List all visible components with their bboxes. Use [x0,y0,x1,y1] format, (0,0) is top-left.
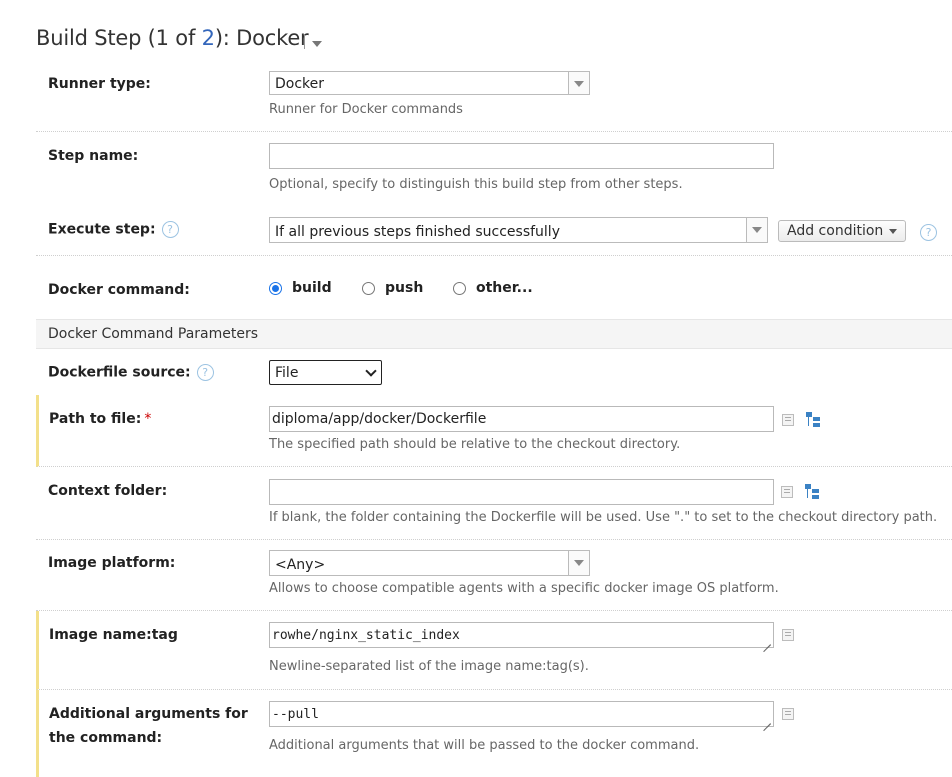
dockerfile-source-value: File [275,365,299,381]
image-name-tag-value: rowhe/nginx_static_index [272,628,460,643]
tree-icon[interactable] [805,412,821,428]
step-name-note: Optional, specify to distinguish this bu… [269,177,683,192]
path-to-file-label: Path to file: * [49,411,151,427]
required-mark: * [144,411,152,427]
tree-node [813,417,820,421]
list-icon[interactable] [782,708,794,720]
execute-step-label: Execute step:? [48,221,179,238]
dockerfile-source-select[interactable]: File [269,360,382,385]
tree-node [806,412,812,417]
tree-icon[interactable] [804,484,820,500]
tree-node [812,495,819,499]
image-platform-value: <Any> [275,557,326,573]
dropdown-arrow-icon[interactable] [746,218,767,242]
radio-selected-icon [269,282,282,295]
radio-unselected-icon [453,282,466,295]
image-name-tag-label: Image name:tag [49,627,178,643]
docker-command-row: Docker command: build push other... [36,255,952,319]
image-name-tag-textarea[interactable]: rowhe/nginx_static_index [269,622,774,648]
radio-build-label: build [292,280,332,296]
additional-args-value: --pull [272,707,319,722]
tree-node [805,484,811,489]
title-suffix: ): Docker [214,26,309,50]
runner-type-select[interactable]: Docker [269,71,590,95]
add-condition-label: Add condition [787,223,884,239]
context-folder-input[interactable] [269,479,774,505]
path-to-file-row: Path to file: * diploma/app/docker/Docker… [36,395,952,467]
divider [304,35,305,49]
image-platform-row: Image platform: <Any> Allows to choose c… [36,540,952,611]
image-name-tag-row: Image name:tag rowhe/nginx_static_index … [36,611,952,690]
chevron-down-icon [889,228,898,234]
runner-type-row: Runner type: Docker Runner for Docker co… [36,64,952,132]
dockerfile-source-label-text: Dockerfile source: [48,364,191,381]
section-title: Docker Command Parameters [48,326,259,342]
radio-unselected-icon [362,282,375,295]
context-folder-label: Context folder: [48,483,168,499]
chevron-down-icon [365,365,377,377]
tree-line [807,489,808,498]
radio-push-label: push [385,280,424,296]
resize-grip-icon[interactable] [763,637,771,645]
execute-step-label-text: Execute step: [48,221,156,238]
path-to-file-label-text: Path to file: [49,411,142,427]
additional-args-note: Additional arguments that will be passed… [269,738,700,753]
dropdown-arrow-icon[interactable] [568,551,589,575]
step-name-input[interactable] [269,143,774,169]
radio-other-label: other... [476,280,533,296]
title-menu-dropdown[interactable] [304,35,326,51]
list-icon[interactable] [781,486,793,498]
context-folder-row: Context folder: If blank, the folder con… [36,467,952,540]
execute-step-select[interactable]: If all previous steps finished successfu… [269,217,768,243]
tree-node [812,489,819,493]
tree-node [813,423,820,427]
image-name-tag-note: Newline-separated list of the image name… [269,659,589,674]
title-prefix: Build Step (1 of [36,26,202,50]
docker-command-radio-group: build push other... [269,280,669,300]
help-icon[interactable]: ? [196,364,214,381]
dockerfile-source-label: Dockerfile source:? [48,364,214,381]
path-to-file-input[interactable]: diploma/app/docker/Dockerfile [269,406,774,432]
context-folder-note: If blank, the folder containing the Dock… [269,510,938,525]
runner-type-value: Docker [275,76,325,92]
runner-type-label: Runner type: [48,76,151,92]
path-to-file-value: diploma/app/docker/Dockerfile [272,411,487,427]
resize-grip-icon[interactable] [763,716,771,724]
step-name-label: Step name: [48,148,139,164]
execute-step-row: Execute step:? If all previous steps fin… [36,203,952,256]
docker-command-label: Docker command: [48,282,190,298]
list-icon[interactable] [782,629,794,641]
build-step-page: Build Step (1 of 2): Docker Runner type:… [0,0,952,777]
chevron-down-icon [312,41,322,47]
list-icon[interactable] [782,414,794,426]
image-platform-note: Allows to choose compatible agents with … [269,581,779,596]
image-platform-label: Image platform: [48,555,176,571]
page-title: Build Step (1 of 2): Docker [36,26,322,50]
runner-type-note: Runner for Docker commands [269,102,463,117]
additional-args-textarea[interactable]: --pull [269,701,774,727]
tree-line [808,417,809,426]
step-name-row: Step name: Optional, specify to distingu… [36,131,952,203]
path-to-file-note: The specified path should be relative to… [269,437,681,452]
step-total-link[interactable]: 2 [202,26,215,50]
help-icon[interactable]: ? [920,224,937,241]
dockerfile-source-row: Dockerfile source:? File [36,348,952,395]
dropdown-arrow-icon[interactable] [568,72,589,94]
add-condition-button[interactable]: Add condition [778,220,907,242]
help-icon[interactable]: ? [161,221,179,238]
execute-step-value: If all previous steps finished successfu… [275,224,560,240]
image-platform-select[interactable]: <Any> [269,550,590,576]
additional-args-label: Additional arguments for the command: [49,706,248,746]
additional-args-row: Additional arguments for the command: --… [36,690,952,777]
section-header: Docker Command Parameters [36,319,952,349]
